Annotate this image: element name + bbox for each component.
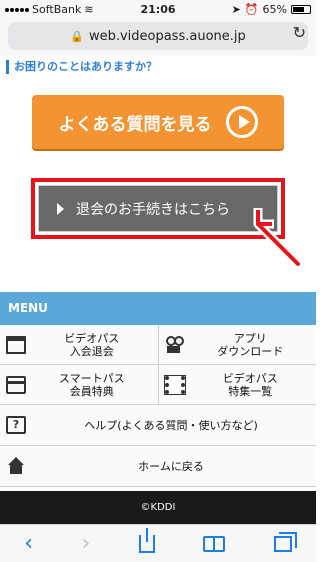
alarm-icon: ⏰ bbox=[244, 3, 259, 16]
status-bar: SoftBank ≋ 21:06 ➤ ⏰ 65% bbox=[0, 0, 316, 18]
forward-icon[interactable]: › bbox=[82, 531, 91, 556]
battery-icon bbox=[291, 5, 311, 14]
menu-item-app-download[interactable]: アプリ ダウンロード bbox=[157, 325, 316, 364]
video-camera-icon bbox=[165, 335, 185, 354]
play-circle-icon bbox=[225, 106, 258, 138]
menu-item-help[interactable]: ? ヘルプ(よくある質問・使い方など) bbox=[0, 405, 316, 445]
menu-item-label: ホームに戻る bbox=[138, 459, 204, 473]
address-bar-container: 🔒 web.videopass.auone.jp ↻ bbox=[0, 18, 316, 56]
menu-row-home: ホームに戻る bbox=[0, 446, 316, 487]
menu-header: MENU bbox=[0, 292, 316, 325]
url-text: web.videopass.auone.jp bbox=[88, 28, 246, 44]
battery-percent: 65% bbox=[262, 3, 287, 16]
menu-row: スマートパス 会員特典 ビデオパス 特集一覧 bbox=[0, 365, 316, 405]
menu-item-home[interactable]: ホームに戻る bbox=[0, 446, 316, 486]
menu-row-help: ? ヘルプ(よくある質問・使い方など) bbox=[0, 405, 316, 446]
share-icon[interactable] bbox=[138, 527, 155, 553]
menu-item-label: ビデオパス 入会退会 bbox=[64, 331, 120, 358]
location-icon: ➤ bbox=[231, 3, 241, 16]
bookmarks-icon[interactable] bbox=[203, 535, 226, 552]
help-icon: ? bbox=[6, 416, 26, 434]
status-right: ➤ ⏰ 65% bbox=[232, 3, 311, 16]
tabs-icon[interactable] bbox=[273, 531, 297, 552]
home-icon bbox=[6, 457, 26, 475]
faq-button[interactable]: よくある質問を見る bbox=[32, 95, 284, 149]
reload-icon[interactable]: ↻ bbox=[293, 23, 306, 42]
cancel-button-label: 退会のお手続きはこちら bbox=[76, 201, 230, 218]
address-bar[interactable]: 🔒 web.videopass.auone.jp bbox=[8, 22, 308, 50]
help-heading: お困りのことはありますか？ bbox=[6, 60, 157, 74]
menu-item-label: スマートパス 会員特典 bbox=[58, 371, 125, 398]
menu-item-label: アプリ ダウンロード bbox=[217, 331, 284, 358]
menu-grid: ビデオパス 入会退会 アプリ ダウンロード スマートパス 会員特典 ビデオパス 特集一覧… bbox=[0, 325, 316, 487]
pointer-arrow-icon bbox=[253, 208, 303, 269]
menu-item-features[interactable]: ビデオパス 特集一覧 bbox=[157, 365, 316, 404]
menu-row: ビデオパス 入会退会 アプリ ダウンロード bbox=[0, 325, 316, 365]
back-icon[interactable]: ‹ bbox=[24, 531, 33, 556]
cancel-membership-button[interactable]: 退会のお手続きはこちら bbox=[38, 185, 278, 232]
card-icon bbox=[6, 375, 26, 394]
copyright-footer: ©KDDI bbox=[0, 491, 316, 524]
browser-toolbar: ‹ › bbox=[0, 524, 316, 562]
highlight-frame: 退会のお手続きはこちら bbox=[31, 178, 285, 239]
menu-item-join-leave[interactable]: ビデオパス 入会退会 bbox=[0, 325, 158, 364]
lock-icon: 🔒 bbox=[70, 29, 84, 43]
menu-item-smartpass[interactable]: スマートパス 会員特典 bbox=[0, 365, 158, 404]
menu-item-label: ヘルプ(よくある質問・使い方など) bbox=[84, 418, 258, 432]
film-icon bbox=[163, 374, 186, 395]
menu-item-label: ビデオパス 特集一覧 bbox=[222, 371, 278, 398]
triangle-right-icon bbox=[57, 202, 64, 215]
faq-button-label: よくある質問を見る bbox=[58, 114, 212, 135]
clapperboard-icon bbox=[6, 335, 26, 354]
